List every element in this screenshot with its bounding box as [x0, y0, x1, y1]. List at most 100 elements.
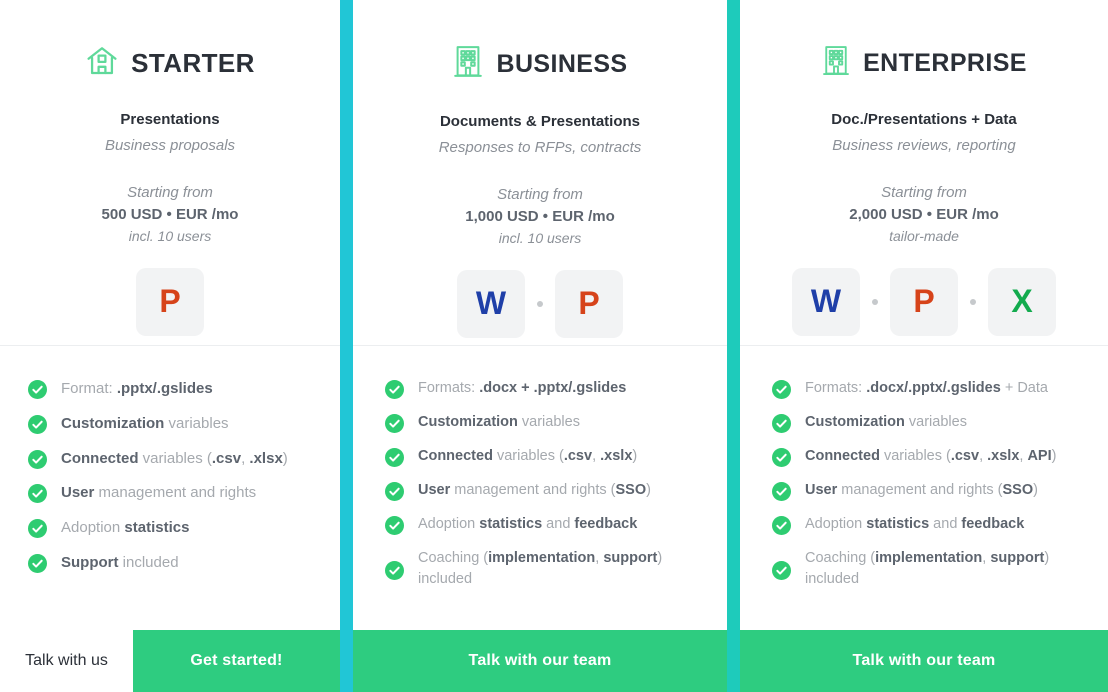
price-value-starter: 500 USD • EUR /mo [101, 205, 239, 223]
feature-label: Connected variables (.csv, .xslx, API) [805, 448, 1057, 465]
feature-label: Connected variables (.csv, .xslx) [418, 448, 638, 465]
check-circle-icon [28, 414, 47, 434]
check-circle-icon [385, 414, 404, 434]
feature-label: Customization variables [418, 414, 580, 431]
check-circle-icon [28, 484, 47, 504]
price-from-label: Starting from [881, 184, 967, 201]
column-divider-2 [727, 0, 740, 630]
word-badge: W [457, 269, 525, 338]
plan-column-starter: STARTER Presentations Business proposals… [0, 0, 340, 630]
plan-price-block-business: Starting from 1,000 USD • EUR /mo incl. … [465, 184, 614, 248]
plan-subtagline-enterprise: Business reviews, reporting [832, 137, 1016, 154]
price-note-starter: incl. 10 users [128, 227, 212, 244]
feature-item: Formats: .docx + .pptx/.gslides [385, 378, 709, 399]
feature-item: Customization variables [772, 412, 1094, 434]
price-value-enterprise: 2,000 USD • EUR /mo [849, 205, 999, 223]
feature-label: Connected variables (.csv, .xlsx) [61, 449, 288, 467]
plan-tagline-starter: Presentations [120, 111, 220, 128]
feature-label: Formats: .docx + .pptx/.gslides [418, 380, 627, 396]
check-circle-icon [772, 482, 791, 502]
feature-label: Adoption statistics [61, 519, 190, 536]
pricing-table: STARTER Presentations Business proposals… [0, 0, 1108, 692]
powerpoint-badge: P [555, 269, 623, 338]
talk-with-our-team-button-enterprise[interactable]: Talk with our team [740, 630, 1108, 692]
plan-price-block-enterprise: Starting from 2,000 USD • EUR /mo tailor… [849, 182, 998, 246]
column-divider-1 [340, 0, 353, 630]
feature-label: Formats: .docx/.pptx/.gslides + Data [805, 380, 1048, 396]
feature-item: Formats: .docx/.pptx/.gslides + Data [772, 378, 1094, 399]
feature-item: Connected variables (.csv, .xlsx) [28, 448, 318, 470]
file-format-badges-starter: P [136, 267, 204, 336]
talk-with-us-link[interactable]: Talk with us [0, 630, 133, 692]
check-circle-icon [385, 482, 404, 502]
price-note-enterprise: tailor-made [889, 227, 959, 244]
check-circle-icon [28, 553, 47, 573]
feature-label: Coaching (implementation, support) inclu… [805, 550, 1050, 588]
check-circle-icon [772, 414, 791, 434]
feature-item: Connected variables (.csv, .xslx) [385, 446, 709, 468]
plan-column-business: BUSINESS Documents & Presentations Respo… [353, 0, 727, 630]
feature-item: User management and rights (SSO) [385, 480, 709, 502]
feature-item: Customization variables [28, 413, 318, 435]
price-from-label: Starting from [497, 186, 583, 203]
check-circle-icon [28, 449, 47, 469]
badge-separator-dot [970, 298, 976, 305]
feature-label: Customization variables [61, 414, 229, 432]
cta-bar: Talk with us Get started! Talk with our … [0, 630, 1108, 692]
house-icon [85, 44, 119, 83]
plan-subtagline-starter: Business proposals [104, 137, 236, 154]
plan-tagline-enterprise: Doc./Presentations + Data [831, 111, 1017, 128]
check-circle-icon [772, 516, 791, 536]
feature-list-enterprise: Formats: .docx/.pptx/.gslides + Data Cust… [740, 346, 1108, 630]
check-circle-icon [772, 448, 791, 468]
excel-badge: X [988, 267, 1056, 336]
feature-item: Coaching (implementation, support) inclu… [385, 548, 709, 590]
feature-item: Connected variables (.csv, .xslx, API) [772, 446, 1094, 468]
plan-name-starter: STARTER [131, 48, 255, 78]
get-started-button[interactable]: Get started! [133, 630, 340, 692]
cta-divider-2 [727, 630, 740, 692]
check-circle-icon [772, 560, 791, 580]
feature-item: User management and rights [28, 482, 318, 504]
plan-title-row: ENTERPRISE [821, 44, 1027, 83]
file-format-badges-enterprise: WPX [792, 267, 1056, 336]
feature-label: Coaching (implementation, support) inclu… [418, 550, 663, 588]
feature-item: Format: .pptx/.gslides [28, 378, 318, 400]
check-circle-icon [772, 380, 791, 399]
feature-item: Customization variables [385, 412, 709, 434]
plan-subtagline-business: Responses to RFPs, contracts [438, 139, 642, 156]
feature-label: Support included [61, 553, 179, 571]
feature-list-business: Formats: .docx + .pptx/.gslides Customiza… [353, 346, 727, 630]
feature-item: Adoption statistics [28, 517, 318, 539]
check-circle-icon [385, 448, 404, 468]
feature-label: User management and rights (SSO) [418, 482, 651, 499]
feature-item: Adoption statistics and feedback [772, 514, 1094, 536]
plan-header-enterprise: ENTERPRISE Doc./Presentations + Data Bus… [740, 0, 1108, 346]
cta-divider-1 [340, 630, 353, 692]
feature-label: Adoption statistics and feedback [418, 516, 638, 533]
check-circle-icon [28, 380, 47, 399]
price-from-label: Starting from [127, 184, 213, 201]
powerpoint-badge: P [890, 267, 958, 336]
feature-item: Coaching (implementation, support) inclu… [772, 548, 1094, 590]
powerpoint-badge: P [136, 267, 204, 336]
plan-header-business: BUSINESS Documents & Presentations Respo… [353, 0, 727, 346]
feature-item: Support included [28, 552, 318, 574]
check-circle-icon [385, 380, 404, 399]
feature-label: Format: .pptx/.gslides [61, 380, 213, 397]
feature-label: Adoption statistics and feedback [805, 516, 1025, 533]
plan-title-row: BUSINESS [452, 44, 627, 85]
feature-list-starter: Format: .pptx/.gslides Customization vari… [0, 346, 340, 630]
badge-separator-dot [872, 298, 878, 305]
plan-title-row: STARTER [85, 44, 255, 83]
feature-label: User management and rights [61, 484, 257, 502]
check-circle-icon [28, 519, 47, 538]
building-icon [452, 44, 484, 85]
plan-name-business: BUSINESS [496, 50, 628, 78]
building-icon [821, 44, 851, 83]
talk-with-our-team-button-business[interactable]: Talk with our team [353, 630, 727, 692]
check-circle-icon [385, 516, 404, 536]
feature-item: Adoption statistics and feedback [385, 514, 709, 536]
plan-columns: STARTER Presentations Business proposals… [0, 0, 1108, 630]
plan-header-starter: STARTER Presentations Business proposals… [0, 0, 340, 346]
